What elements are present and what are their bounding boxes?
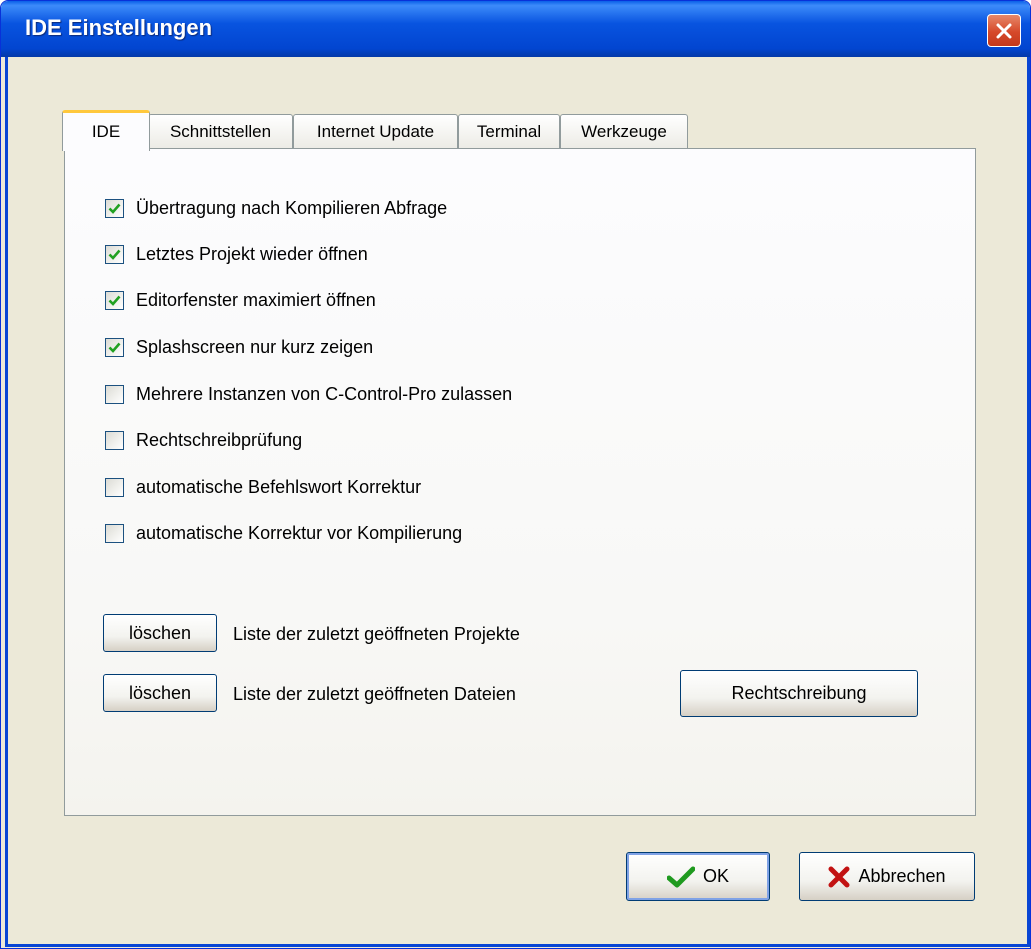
option-label: automatische Korrektur vor Kompilierung bbox=[136, 522, 463, 543]
check-mark-icon bbox=[108, 203, 121, 214]
checkbox[interactable] bbox=[105, 384, 124, 404]
spelling-button[interactable]: Rechtschreibung bbox=[680, 670, 918, 717]
x-icon bbox=[828, 866, 850, 888]
option-splashscreen[interactable]: Splashscreen nur kurz zeigen bbox=[105, 335, 373, 359]
checkbox[interactable] bbox=[105, 430, 124, 450]
option-mehrere-instanzen[interactable]: Mehrere Instanzen von C-Control-Pro zula… bbox=[105, 382, 512, 406]
clear-files-label: Liste der zuletzt geöffneten Dateien bbox=[233, 684, 516, 704]
checkbox[interactable] bbox=[105, 523, 124, 543]
tab-ide[interactable]: IDE bbox=[62, 110, 150, 151]
clear-projects-button[interactable]: löschen bbox=[103, 614, 217, 652]
button-label: löschen bbox=[128, 622, 192, 643]
option-label: Editorfenster maximiert öffnen bbox=[136, 289, 376, 310]
checkbox[interactable] bbox=[105, 477, 124, 497]
clear-projects-label: Liste der zuletzt geöffneten Projekte bbox=[233, 624, 520, 644]
ok-button[interactable]: OK bbox=[626, 852, 770, 901]
tab-label: Internet Update bbox=[316, 122, 435, 141]
option-uebertragung[interactable]: Übertragung nach Kompilieren Abfrage bbox=[105, 196, 447, 220]
option-label: Splashscreen nur kurz zeigen bbox=[136, 336, 374, 357]
checkbox[interactable] bbox=[105, 290, 124, 310]
option-label: Rechtschreibprüfung bbox=[136, 429, 303, 450]
checkbox[interactable] bbox=[105, 337, 124, 357]
tab-label: Terminal bbox=[476, 122, 542, 141]
button-label: löschen bbox=[128, 682, 192, 703]
option-label: automatische Befehlswort Korrektur bbox=[136, 476, 422, 497]
option-rechtschreibpruefung[interactable]: Rechtschreibprüfung bbox=[105, 428, 302, 452]
check-mark-icon bbox=[108, 342, 121, 353]
clear-files-button[interactable]: löschen bbox=[103, 674, 217, 712]
tab-terminal[interactable]: Terminal bbox=[458, 114, 560, 149]
tab-internet-update[interactable]: Internet Update bbox=[293, 114, 458, 149]
check-mark-icon bbox=[108, 249, 121, 260]
option-editorfenster[interactable]: Editorfenster maximiert öffnen bbox=[105, 288, 376, 312]
tab-label: Werkzeuge bbox=[581, 122, 667, 141]
checkbox[interactable] bbox=[105, 244, 124, 264]
checkmark-icon bbox=[666, 866, 695, 888]
option-label: Letztes Projekt wieder öffnen bbox=[136, 243, 368, 264]
close-button[interactable] bbox=[987, 14, 1021, 47]
tab-label: Schnittstellen bbox=[169, 122, 272, 141]
tab-label: IDE bbox=[91, 122, 121, 141]
tab-werkzeuge[interactable]: Werkzeuge bbox=[560, 114, 688, 149]
option-befehlswort-korrektur[interactable]: automatische Befehlswort Korrektur bbox=[105, 475, 421, 499]
tab-schnittstellen[interactable]: Schnittstellen bbox=[148, 114, 293, 149]
button-label: OK bbox=[702, 866, 729, 886]
option-letztes-projekt[interactable]: Letztes Projekt wieder öffnen bbox=[105, 242, 368, 266]
checkbox[interactable] bbox=[105, 198, 124, 218]
check-mark-icon bbox=[108, 295, 121, 306]
option-korrektur-kompilierung[interactable]: automatische Korrektur vor Kompilierung bbox=[105, 521, 462, 545]
window-title: IDE Einstellungen bbox=[25, 15, 213, 40]
close-icon bbox=[996, 23, 1012, 38]
title-bar[interactable]: IDE Einstellungen bbox=[1, 1, 1030, 57]
button-label: Abbrechen bbox=[858, 866, 946, 886]
cancel-button[interactable]: Abbrechen bbox=[799, 852, 975, 901]
option-label: Mehrere Instanzen von C-Control-Pro zula… bbox=[136, 383, 513, 404]
option-label: Übertragung nach Kompilieren Abfrage bbox=[136, 197, 448, 218]
button-label: Rechtschreibung bbox=[731, 683, 867, 703]
